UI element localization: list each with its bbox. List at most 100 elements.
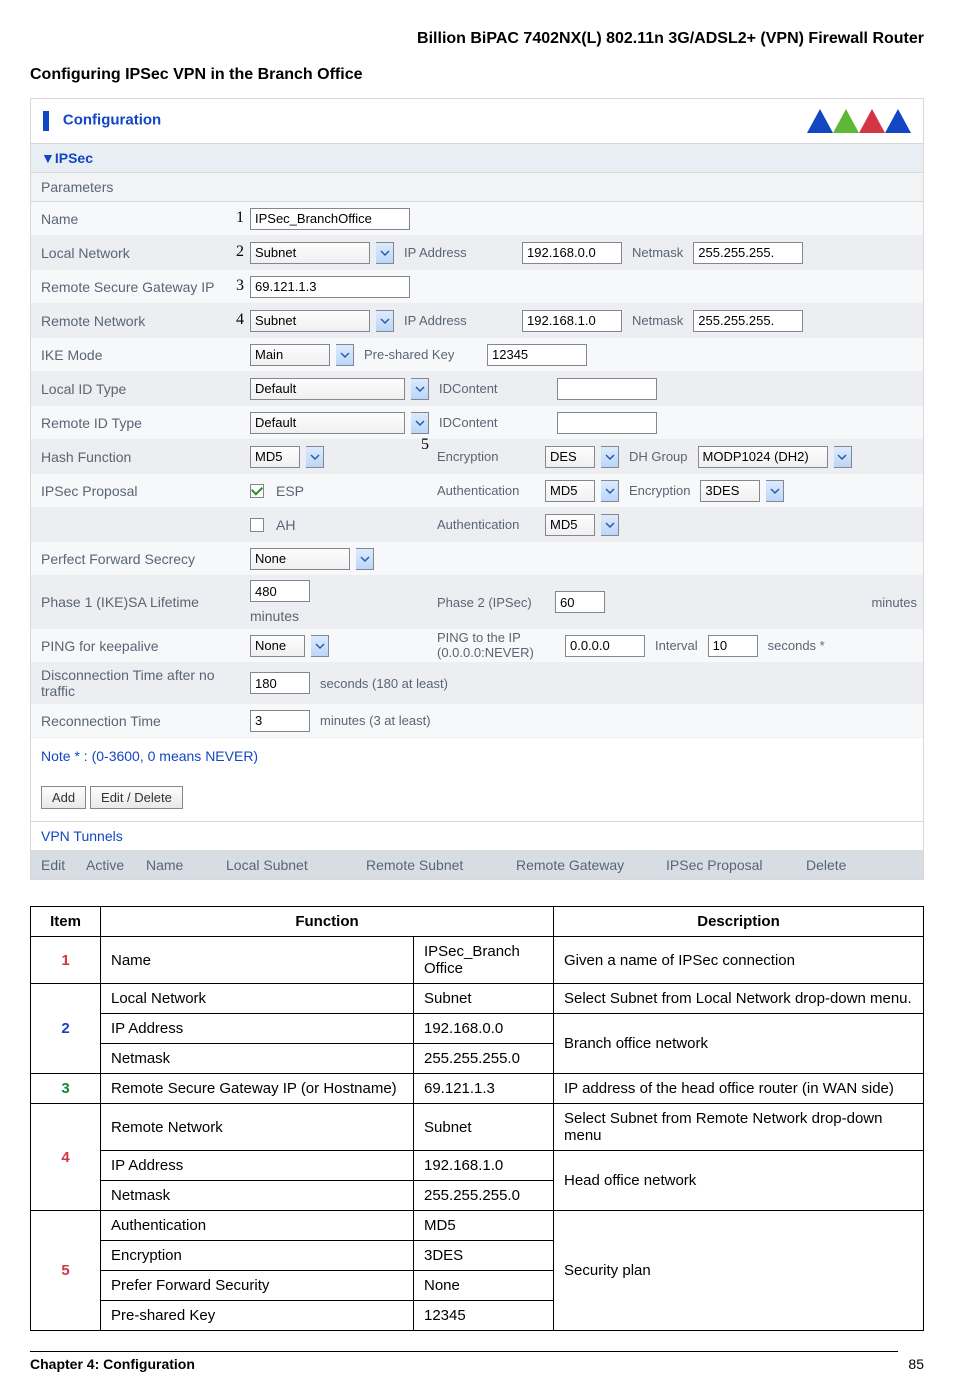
phase1-input[interactable] <box>250 580 310 602</box>
section-heading: Configuring IPSec VPN in the Branch Offi… <box>30 66 924 84</box>
phase1-unit: minutes <box>250 608 299 624</box>
local-network-label: Local Network2 <box>31 241 246 265</box>
ping-ip-input[interactable] <box>565 635 645 657</box>
ping-select[interactable]: None <box>250 635 305 657</box>
accent-bar <box>43 111 49 131</box>
th-local: Local Subnet <box>216 851 356 879</box>
remote-id-select[interactable]: Default <box>250 412 405 434</box>
local-id-label: Local ID Type <box>31 377 246 401</box>
ipsec-section-header[interactable]: ▼IPSec <box>31 144 923 173</box>
chevron-down-icon[interactable] <box>411 378 429 400</box>
pfs-label: Perfect Forward Secrecy <box>31 547 246 571</box>
ipsec-text: IPSec <box>55 150 93 166</box>
remote-netmask-label: Netmask <box>626 313 689 328</box>
ah-checkbox[interactable] <box>250 518 264 532</box>
disc-label: Disconnection Time after no traffic <box>31 663 246 703</box>
rsg-label: Remote Secure Gateway IP3 <box>31 275 246 299</box>
chevron-down-icon[interactable] <box>601 480 619 502</box>
phase1-label: Phase 1 (IKE)SA Lifetime <box>31 590 246 614</box>
table-row: 5 AuthenticationMD5Security plan <box>31 1211 924 1241</box>
ah-spacer <box>31 521 246 529</box>
chevron-down-icon[interactable] <box>766 480 784 502</box>
hash-label: Hash Function <box>31 445 246 469</box>
remote-idcontent-input[interactable] <box>557 412 657 434</box>
interval-label: Interval <box>649 638 704 653</box>
callout-3: 3 <box>236 277 244 295</box>
rsg-input[interactable] <box>250 276 410 298</box>
brand-logo <box>807 109 911 133</box>
disc-unit: seconds (180 at least) <box>314 676 454 691</box>
psk-label: Pre-shared Key <box>358 347 483 362</box>
esp-checkbox[interactable] <box>250 484 264 498</box>
th-function: Function <box>101 907 554 937</box>
dhgroup-select[interactable]: MODP1024 (DH2) <box>698 446 828 468</box>
ike-mode-select[interactable]: Main <box>250 344 330 366</box>
chapter-label: Chapter 4: Configuration <box>30 1356 195 1372</box>
th-edit: Edit <box>31 851 76 879</box>
th-description: Description <box>554 907 924 937</box>
chevron-down-icon[interactable] <box>376 242 394 264</box>
th-remote: Remote Subnet <box>356 851 506 879</box>
callout-4: 4 <box>236 311 244 329</box>
callout-1: 1 <box>236 209 244 227</box>
note-text: Note * : (0-3600, 0 means NEVER) <box>31 738 923 774</box>
ip-address-label: IP Address <box>398 245 518 260</box>
edit-delete-button[interactable]: Edit / Delete <box>90 786 183 809</box>
local-ip-input[interactable] <box>522 242 622 264</box>
encryption-select[interactable]: DES <box>545 446 595 468</box>
chevron-down-icon[interactable] <box>834 446 852 468</box>
callout-2: 2 <box>236 243 244 261</box>
chevron-down-icon[interactable] <box>411 412 429 434</box>
psk-input[interactable] <box>487 344 587 366</box>
recon-label: Reconnection Time <box>31 709 246 733</box>
hash-select[interactable]: MD5 <box>250 446 300 468</box>
remote-network-select[interactable]: Subnet <box>250 310 370 332</box>
description-table: Item Function Description 1 Name IPSec_B… <box>30 906 924 1331</box>
remote-netmask-input[interactable] <box>693 310 803 332</box>
table-row: 1 Name IPSec_Branch Office Given a name … <box>31 937 924 984</box>
remote-id-label: Remote ID Type <box>31 411 246 435</box>
configuration-panel: Configuration ▼IPSec Parameters Name1 Lo… <box>30 98 924 880</box>
th-item: Item <box>31 907 101 937</box>
vpn-table-header: Edit Active Name Local Subnet Remote Sub… <box>31 850 923 879</box>
chevron-down-icon[interactable] <box>306 446 324 468</box>
auth2-select[interactable]: MD5 <box>545 514 595 536</box>
encryption2-select[interactable]: 3DES <box>700 480 760 502</box>
table-row: IP Address192.168.0.0Branch office netwo… <box>31 1014 924 1044</box>
ping-ip-label: PING to the IP (0.0.0.0:NEVER) <box>431 631 561 660</box>
local-network-select[interactable]: Subnet <box>250 242 370 264</box>
chevron-down-icon[interactable] <box>311 635 329 657</box>
remote-network-label: Remote Network4 <box>31 309 246 333</box>
local-id-select[interactable]: Default <box>250 378 405 400</box>
phase2-input[interactable] <box>555 591 605 613</box>
interval-input[interactable] <box>708 635 758 657</box>
chevron-down-icon[interactable] <box>601 446 619 468</box>
chevron-down-icon[interactable] <box>601 514 619 536</box>
chevron-down-icon[interactable] <box>336 344 354 366</box>
pfs-select[interactable]: None <box>250 548 350 570</box>
panel-title: Configuration <box>63 112 161 129</box>
th-prop: IPSec Proposal <box>656 851 796 879</box>
ike-mode-label: IKE Mode <box>31 343 246 367</box>
auth-select[interactable]: MD5 <box>545 480 595 502</box>
chevron-down-icon[interactable] <box>376 310 394 332</box>
chevron-down-icon[interactable] <box>356 548 374 570</box>
local-idcontent-input[interactable] <box>557 378 657 400</box>
disc-input[interactable] <box>250 672 310 694</box>
th-active: Active <box>76 851 136 879</box>
encryption2-label: Encryption <box>623 483 696 498</box>
ipsec-proposal-label: IPSec Proposal <box>31 479 246 503</box>
name-input[interactable] <box>250 208 410 230</box>
page-title: Billion BiPAC 7402NX(L) 802.11n 3G/ADSL2… <box>30 30 924 48</box>
recon-unit: minutes (3 at least) <box>314 713 437 728</box>
th-name: Name <box>136 851 216 879</box>
remote-ip-label: IP Address <box>398 313 518 328</box>
add-button[interactable]: Add <box>41 786 86 809</box>
remote-idcontent-label: IDContent <box>433 415 553 430</box>
local-netmask-input[interactable] <box>693 242 803 264</box>
table-row: 2 Local NetworkSubnetSelect Subnet from … <box>31 984 924 1014</box>
th-rg: Remote Gateway <box>506 851 656 879</box>
remote-ip-input[interactable] <box>522 310 622 332</box>
recon-input[interactable] <box>250 710 310 732</box>
name-label: Name1 <box>31 207 246 231</box>
